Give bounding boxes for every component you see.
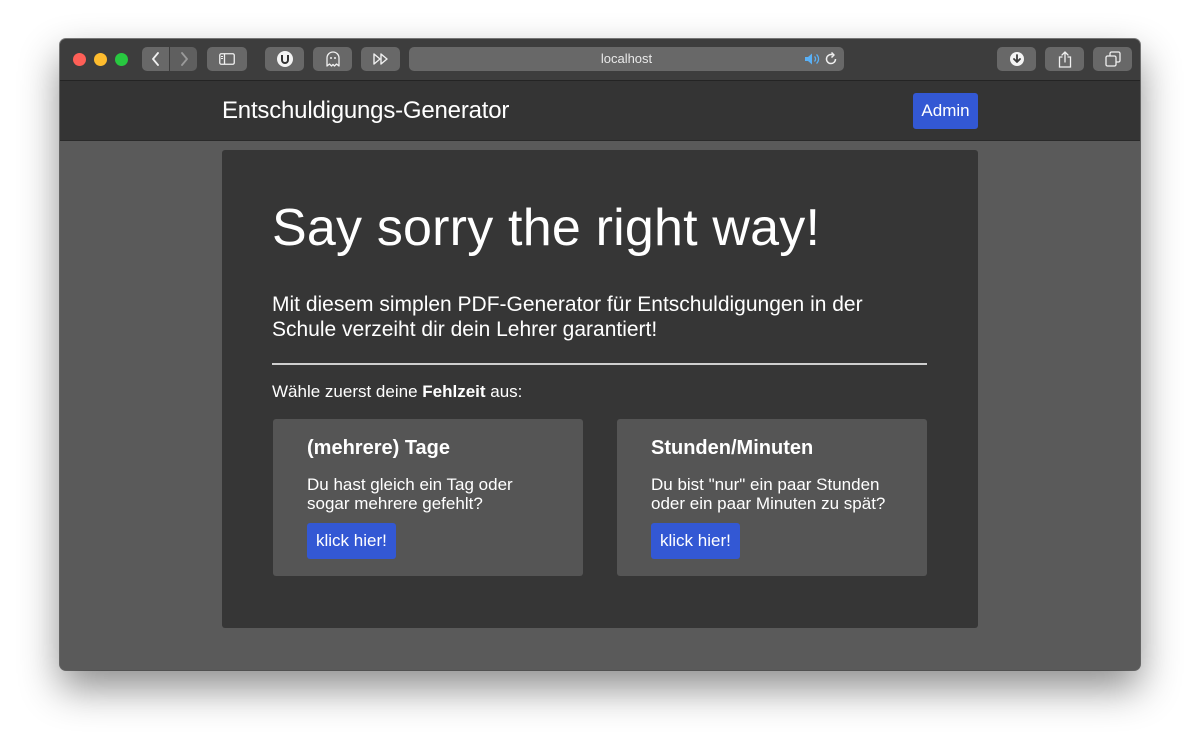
card-days-text: Du hast gleich ein Tag oder sogar mehrer…	[307, 475, 513, 513]
downloads-button[interactable]	[997, 47, 1036, 71]
absence-prompt: Wähle zuerst deine Fehlzeit aus:	[272, 382, 522, 402]
download-icon	[1009, 52, 1024, 66]
prompt-prefix: Wähle zuerst deine	[272, 382, 423, 401]
prompt-bold: Fehlzeit	[422, 382, 486, 401]
tabs-overview-button[interactable]	[1093, 47, 1132, 71]
share-button[interactable]	[1045, 47, 1084, 71]
prompt-suffix: aus:	[485, 382, 523, 401]
close-window-button[interactable]	[73, 53, 86, 66]
card-hours: Stunden/Minuten Du bist "nur" ein paar S…	[617, 419, 927, 576]
card-hours-text: Du bist "nur" ein paar Stunden oder ein …	[651, 475, 886, 513]
address-bar[interactable]: localhost	[409, 47, 844, 71]
hero-panel: Say sorry the right way! Mit diesem simp…	[222, 150, 978, 628]
app-navbar: Entschuldigungs-Generator Admin	[60, 81, 1140, 141]
chevron-left-icon	[151, 52, 159, 66]
reload-icon[interactable]	[824, 52, 838, 66]
card-hours-title: Stunden/Minuten	[651, 437, 814, 459]
share-icon	[1058, 50, 1071, 68]
ublock-icon	[276, 51, 293, 67]
ghostery-extension-button[interactable]	[313, 47, 352, 71]
brand-link[interactable]: Entschuldigungs-Generator	[222, 97, 509, 125]
admin-button[interactable]: Admin	[913, 93, 978, 129]
zoom-window-button[interactable]	[115, 53, 128, 66]
hero-title: Say sorry the right way!	[272, 199, 821, 257]
address-url: localhost	[600, 51, 653, 66]
card-days: (mehrere) Tage Du hast gleich ein Tag od…	[273, 419, 583, 576]
fast-forward-extension-button[interactable]	[361, 47, 400, 71]
card-days-button[interactable]: klick hier!	[307, 523, 396, 559]
back-button[interactable]	[142, 47, 169, 71]
ublock-extension-button[interactable]	[265, 47, 304, 71]
card-days-title: (mehrere) Tage	[307, 437, 451, 459]
history-navigation	[142, 47, 197, 71]
hero-lead: Mit diesem simplen PDF-Generator für Ent…	[272, 293, 863, 341]
sidebar-button[interactable]	[207, 47, 247, 71]
speaker-icon[interactable]	[804, 52, 820, 66]
sidebar-icon	[219, 53, 235, 65]
tabs-icon	[1104, 51, 1121, 67]
forward-button[interactable]	[170, 47, 197, 71]
page-content: Say sorry the right way! Mit diesem simp…	[60, 141, 1140, 670]
browser-window: localhost Entschuldigungs-Generator Admi…	[60, 39, 1140, 670]
minimize-window-button[interactable]	[94, 53, 107, 66]
card-hours-button[interactable]: klick hier!	[651, 523, 740, 559]
browser-toolbar: localhost	[60, 39, 1140, 81]
ghost-icon	[325, 51, 340, 67]
divider	[272, 363, 927, 365]
chevron-right-icon	[180, 52, 188, 66]
fast-forward-icon	[372, 53, 388, 65]
